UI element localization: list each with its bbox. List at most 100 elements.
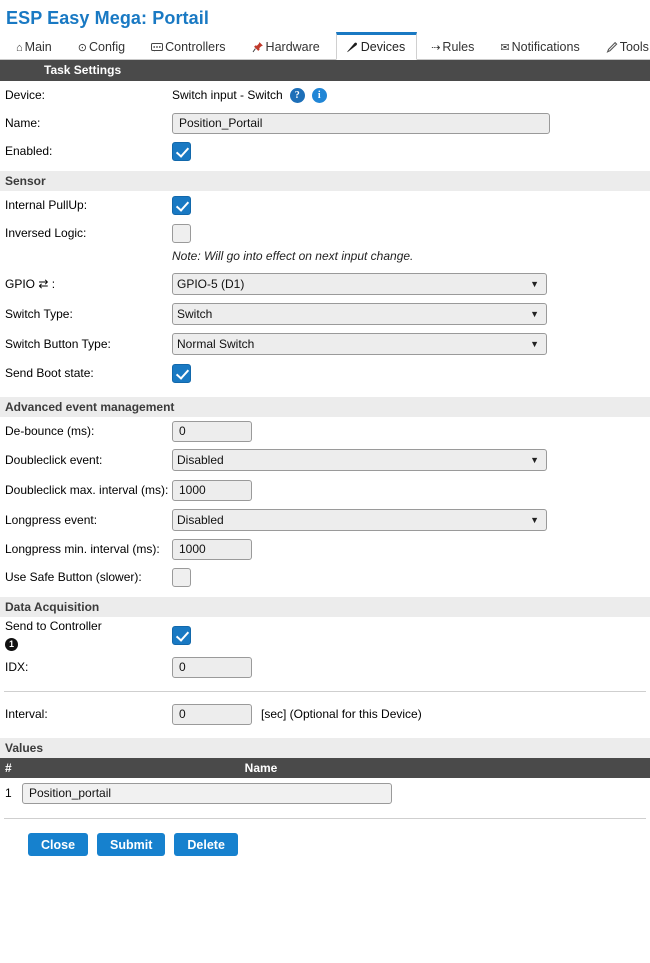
safe-button-checkbox[interactable] xyxy=(172,567,191,587)
row-internal-pullup: Internal PullUp: xyxy=(0,191,650,219)
controllers-icon xyxy=(151,35,164,61)
divider-above-interval xyxy=(4,691,646,692)
row-debounce: De-bounce (ms): xyxy=(0,417,650,445)
gpio-label: GPIO ⇄ : xyxy=(5,277,56,291)
gpio-select[interactable]: GPIO-5 (D1) xyxy=(172,273,547,295)
tab-hardware-label: Hardware xyxy=(265,40,320,54)
doubleclick-interval-input[interactable] xyxy=(172,479,252,501)
tab-controllers-label: Controllers xyxy=(165,40,226,54)
send-to-controller-label: Send to Controller 1 xyxy=(0,619,172,651)
tab-config[interactable]: ⊙ Config xyxy=(68,33,137,59)
send-boot-state-checkbox[interactable] xyxy=(172,363,191,383)
inversed-logic-label: Inversed Logic: xyxy=(5,226,87,240)
internal-pullup-label: Internal PullUp: xyxy=(5,198,88,212)
tab-tools[interactable]: Tools xyxy=(596,33,650,59)
info-icon[interactable]: i xyxy=(311,87,327,103)
interval-suffix: [sec] (Optional for this Device) xyxy=(261,707,422,721)
tab-rules-label: Rules xyxy=(442,40,475,54)
tab-devices[interactable]: Devices xyxy=(335,32,418,60)
debounce-input[interactable] xyxy=(172,420,252,442)
enabled-checkbox[interactable] xyxy=(172,141,191,161)
send-to-controller-text: Send to Controller xyxy=(5,619,102,633)
name-input[interactable] xyxy=(172,112,550,134)
submit-button[interactable]: Submit xyxy=(97,833,166,856)
row-send-boot-state: Send Boot state: xyxy=(0,359,650,387)
tab-main-label: Main xyxy=(24,40,52,54)
section-header-values: Values xyxy=(0,738,650,758)
section-header-task-settings: Task Settings xyxy=(0,60,650,81)
pin-icon xyxy=(252,35,264,61)
tab-controllers[interactable]: Controllers xyxy=(141,33,237,59)
row-safe-button: Use Safe Button (slower): xyxy=(0,563,650,591)
column-header-name: Name xyxy=(244,761,278,775)
device-value: Switch input - Switch xyxy=(172,88,283,102)
tab-notifications[interactable]: ✉ Notifications xyxy=(490,33,591,59)
value-name-input[interactable] xyxy=(22,782,392,804)
internal-pullup-checkbox[interactable] xyxy=(172,195,191,215)
safe-button-label: Use Safe Button (slower): xyxy=(5,570,142,584)
row-doubleclick-event: Doubleclick event: Disabled ▼ xyxy=(0,445,650,475)
send-boot-state-label: Send Boot state: xyxy=(5,366,94,380)
task-settings-form: Device: Switch input - Switch ? i Name: … xyxy=(0,81,650,856)
doubleclick-event-select[interactable]: Disabled xyxy=(172,449,547,471)
values-table-header: # Name xyxy=(0,758,650,778)
switch-button-type-label: Switch Button Type: xyxy=(5,337,111,351)
row-longpress-event: Longpress event: Disabled ▼ xyxy=(0,505,650,535)
table-row: 1 xyxy=(0,778,650,808)
rules-icon: ⇢ xyxy=(431,42,441,54)
longpress-event-select[interactable]: Disabled xyxy=(172,509,547,531)
switch-button-type-select[interactable]: Normal Switch xyxy=(172,333,547,355)
debounce-label: De-bounce (ms): xyxy=(5,424,95,438)
row-longpress-interval: Longpress min. interval (ms): xyxy=(0,535,650,563)
enabled-label: Enabled: xyxy=(5,144,53,158)
section-header-data-acquisition: Data Acquisition xyxy=(0,597,650,617)
page-title: ESP Easy Mega: Portail xyxy=(6,8,209,28)
row-interval: Interval: [sec] (Optional for this Devic… xyxy=(0,700,650,728)
column-header-index: # xyxy=(5,761,12,775)
switch-type-select[interactable]: Switch xyxy=(172,303,547,325)
tab-devices-label: Devices xyxy=(360,40,406,54)
value-row-index: 1 xyxy=(5,786,12,800)
row-enabled: Enabled: xyxy=(0,137,650,165)
tab-notifications-label: Notifications xyxy=(511,40,580,54)
close-button[interactable]: Close xyxy=(28,833,89,856)
home-icon: ⌂ xyxy=(16,42,23,54)
delete-button[interactable]: Delete xyxy=(174,833,238,856)
tab-main[interactable]: ⌂ Main xyxy=(6,33,64,59)
longpress-event-label: Longpress event: xyxy=(5,513,98,527)
tab-rules[interactable]: ⇢ Rules xyxy=(421,33,486,59)
tab-hardware[interactable]: Hardware xyxy=(242,33,332,59)
envelope-icon: ✉ xyxy=(500,42,510,54)
inversed-logic-note: Note: Will go into effect on next input … xyxy=(172,249,414,263)
tab-config-label: Config xyxy=(88,40,126,54)
switch-type-label: Switch Type: xyxy=(5,307,73,321)
name-label: Name: xyxy=(5,116,41,130)
longpress-interval-label: Longpress min. interval (ms): xyxy=(5,542,160,556)
main-tab-bar: ⌂ Main ⊙ Config Controllers Hardware Dev… xyxy=(0,32,650,60)
row-doubleclick-interval: Doubleclick max. interval (ms): xyxy=(0,475,650,505)
interval-label: Interval: xyxy=(5,707,48,721)
row-idx: IDX: xyxy=(0,653,650,681)
wrench-icon xyxy=(606,35,618,61)
doubleclick-event-label: Doubleclick event: xyxy=(5,453,103,467)
divider-above-buttons xyxy=(4,818,646,819)
row-inversed-logic: Inversed Logic: xyxy=(0,219,650,247)
tab-tools-label: Tools xyxy=(619,40,649,54)
longpress-interval-input[interactable] xyxy=(172,538,252,560)
row-switch-button-type: Switch Button Type: Normal Switch ▼ xyxy=(0,329,650,359)
row-gpio: GPIO ⇄ : GPIO-5 (D1) ▼ xyxy=(0,269,650,299)
doubleclick-interval-label: Doubleclick max. interval (ms): xyxy=(5,483,169,497)
send-to-controller-checkbox[interactable] xyxy=(172,625,191,645)
row-send-to-controller: Send to Controller 1 xyxy=(0,617,650,653)
controller-index-badge: 1 xyxy=(5,638,18,651)
row-switch-type: Switch Type: Switch ▼ xyxy=(0,299,650,329)
gear-icon: ⊙ xyxy=(77,42,87,54)
inversed-logic-checkbox[interactable] xyxy=(172,223,191,243)
idx-label: IDX: xyxy=(5,660,29,674)
device-label: Device: xyxy=(5,88,46,102)
help-icon[interactable]: ? xyxy=(289,87,305,103)
interval-input[interactable] xyxy=(172,703,252,725)
idx-input[interactable] xyxy=(172,656,252,678)
row-name: Name: xyxy=(0,109,650,137)
form-button-bar: Close Submit Delete xyxy=(0,827,650,856)
